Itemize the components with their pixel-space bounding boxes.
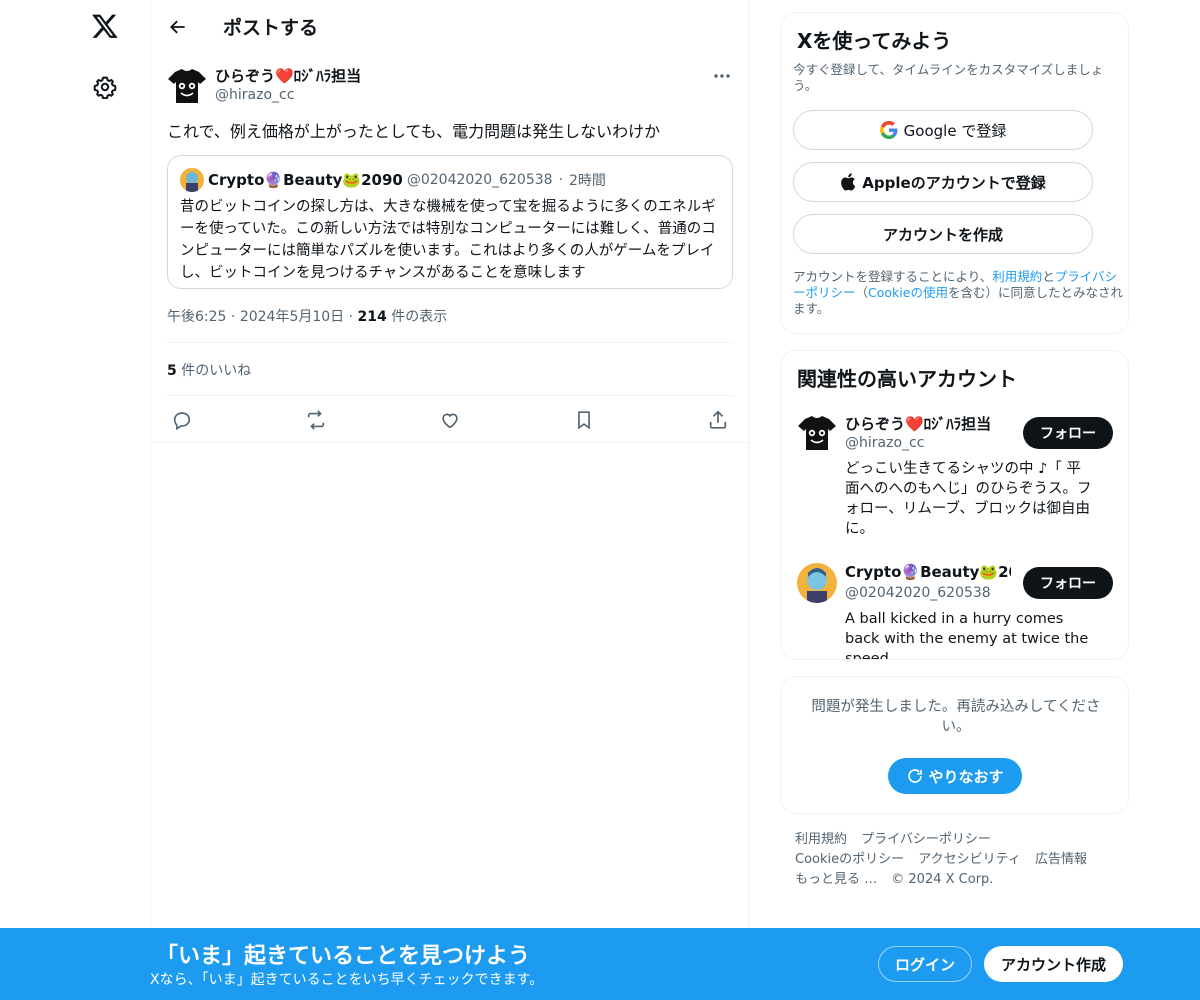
google-signup-label: Google で登録 <box>903 121 1007 140</box>
likes-label: 件のいいね <box>181 363 252 379</box>
x-logo-icon[interactable] <box>89 10 121 42</box>
related-title: 関連性の高いアカウント <box>797 367 1017 391</box>
author-avatar[interactable] <box>167 66 207 106</box>
post-text: これで、例え価格が上がったとしても、電力問題は発生しないわけか <box>167 122 661 141</box>
terms-link[interactable]: 利用規約 <box>992 269 1042 284</box>
arrow-left-icon[interactable] <box>165 14 191 40</box>
signup-card: Xを使ってみよう 今すぐ登録して、タイムラインをカスタマイズしましょう。 Goo… <box>780 12 1129 334</box>
footer-link[interactable]: プライバシーポリシー <box>861 832 991 847</box>
divider <box>151 442 750 443</box>
signup-title: Xを使ってみよう <box>797 29 952 53</box>
cookie-link[interactable]: Cookieの使用 <box>868 285 948 300</box>
account-bio: A ball kicked in a hurry comes back with… <box>845 611 1089 660</box>
error-message: 問題が発生しました。再読み込みしてください。 <box>811 699 1101 735</box>
signup-subtitle: 今すぐ登録して、タイムラインをカスタマイズしましょう。 <box>793 62 1104 93</box>
gear-icon[interactable] <box>90 72 120 102</box>
divider <box>167 342 733 343</box>
legal-text: と <box>1042 269 1055 284</box>
apple-icon <box>840 173 856 191</box>
quoted-post[interactable]: Crypto🔮Beauty🐸2090 @02042020_620538 · 2時… <box>167 155 733 289</box>
views-count: 214 <box>357 309 387 325</box>
signup-legal-text: アカウントを登録することにより、利用規約とプライバシーポリシー（Cookieの使… <box>793 269 1123 317</box>
retry-label: やりなおす <box>928 767 1004 786</box>
post-actions <box>167 404 733 436</box>
post-author: ひらぞう❤️ﾛｼﾞﾊﾗ担当 @hirazo_cc <box>167 64 737 108</box>
quoted-author-name: Crypto🔮Beauty🐸2090 <box>208 171 403 189</box>
separator-dot: · <box>558 172 564 188</box>
account-name[interactable]: Crypto🔮Beauty🐸2090 <box>845 563 1011 581</box>
footer-link[interactable]: 広告情報 <box>1035 852 1087 867</box>
retry-button[interactable]: やりなおす <box>888 758 1022 794</box>
more-icon[interactable] <box>707 66 737 86</box>
author-name[interactable]: ひらぞう❤️ﾛｼﾞﾊﾗ担当 <box>215 65 361 86</box>
error-card: 問題が発生しました。再読み込みしてください。 やりなおす <box>780 676 1129 814</box>
footer-link[interactable]: もっと見る … <box>795 872 877 887</box>
post-date[interactable]: 2024年5月10日 <box>240 309 344 325</box>
views-label: 件の表示 <box>391 309 448 325</box>
follow-button[interactable]: フォロー <box>1023 417 1113 449</box>
avatar[interactable] <box>797 413 837 453</box>
login-button[interactable]: ログイン <box>878 946 972 982</box>
avatar[interactable] <box>797 563 837 603</box>
like-icon[interactable] <box>437 407 463 433</box>
separator-dot: · <box>230 309 236 325</box>
divider <box>167 395 733 396</box>
quoted-author-handle: @02042020_620538 <box>406 172 553 188</box>
post-time[interactable]: 午後6:25 <box>167 309 226 325</box>
repost-icon[interactable] <box>303 407 329 433</box>
account-handle[interactable]: @02042020_620538 <box>845 585 991 601</box>
main-column: ポストする ひらぞう❤️ﾛｼﾞﾊﾗ担当 @hirazo_cc これで、例え価格が… <box>150 0 750 1000</box>
account-bio: どっこい生きてるシャツの中 ♪「 平面へのへのもへじ」のひらぞうス。フォロー、リ… <box>845 461 1092 537</box>
bookmark-icon[interactable] <box>571 407 597 433</box>
account-handle[interactable]: @hirazo_cc <box>845 435 924 451</box>
signup-button[interactable]: アカウント作成 <box>984 946 1123 982</box>
quoted-post-time: 2時間 <box>569 173 606 189</box>
create-account-button[interactable]: アカウントを作成 <box>793 214 1093 254</box>
create-account-label: アカウントを作成 <box>882 225 1003 244</box>
account-name[interactable]: ひらぞう❤️ﾛｼﾞﾊﾗ担当 <box>845 413 1011 434</box>
related-accounts-card: 関連性の高いアカウント ひらぞう❤️ﾛｼﾞﾊﾗ担当 @hirazo_cc どっこ… <box>780 350 1129 660</box>
legal-text: アカウントを登録することにより、 <box>793 269 993 284</box>
left-nav <box>0 0 150 1000</box>
apple-signup-button[interactable]: Appleのアカウントで登録 <box>793 162 1093 202</box>
google-icon <box>879 121 898 139</box>
post-meta: 午後6:25 · 2024年5月10日 · 214 件の表示 <box>167 306 447 326</box>
page-title: ポストする <box>223 17 319 39</box>
page-header: ポストする <box>151 0 750 53</box>
footer-link[interactable]: 利用規約 <box>795 832 847 847</box>
refresh-icon <box>906 767 924 785</box>
separator-dot: · <box>348 309 354 325</box>
signup-banner: 「いま」起きていることを見つけよう Xなら、「いま」起きていることをいち早くチェ… <box>0 928 1200 1000</box>
share-icon[interactable] <box>705 407 731 433</box>
follow-button[interactable]: フォロー <box>1023 567 1113 599</box>
banner-title: 「いま」起きていることを見つけよう <box>156 944 531 969</box>
quoted-avatar <box>180 168 204 192</box>
copyright: © 2024 X Corp. <box>891 872 994 887</box>
likes-summary[interactable]: 5 件のいいね <box>167 360 251 380</box>
related-account[interactable]: ひらぞう❤️ﾛｼﾞﾊﾗ担当 @hirazo_cc どっこい生きてるシャツの中 ♪… <box>797 413 1115 543</box>
likes-count: 5 <box>167 363 177 379</box>
legal-text: （ <box>855 285 869 300</box>
quoted-post-text: 昔のビットコインの探し方は、大きな機械を使って宝を掘るように多くのエネルギーを使… <box>180 199 716 281</box>
banner-subtitle: Xなら、「いま」起きていることをいち早くチェックできます。 <box>150 972 544 988</box>
apple-signup-label: Appleのアカウントで登録 <box>862 173 1046 192</box>
footer-links: 利用規約 プライバシーポリシー Cookieのポリシー アクセシビリティ 広告情… <box>795 830 1115 890</box>
footer-link[interactable]: アクセシビリティ <box>918 852 1021 867</box>
footer-link[interactable]: Cookieのポリシー <box>795 852 904 867</box>
author-handle[interactable]: @hirazo_cc <box>215 87 294 103</box>
reply-icon[interactable] <box>169 407 195 433</box>
quoted-post-header: Crypto🔮Beauty🐸2090 @02042020_620538 · 2時… <box>180 168 606 192</box>
google-signup-button[interactable]: Google で登録 <box>793 110 1093 150</box>
related-account[interactable]: Crypto🔮Beauty🐸2090 @02042020_620538 A ba… <box>797 563 1115 659</box>
